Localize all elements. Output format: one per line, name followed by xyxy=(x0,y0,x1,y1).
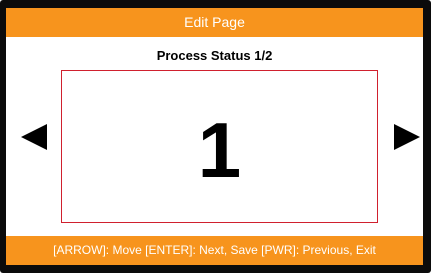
footer-bar: [ARROW]: Move [ENTER]: Next, Save [PWR]:… xyxy=(6,236,423,265)
right-arrow-icon[interactable] xyxy=(394,124,420,150)
device-frame: Edit Page Process Status 1/2 1 [ARROW]: … xyxy=(0,0,431,273)
left-arrow-icon[interactable] xyxy=(21,124,47,150)
value-box: 1 xyxy=(61,70,378,223)
page-title: Edit Page xyxy=(184,14,245,30)
process-status-label: Process Status 1/2 xyxy=(156,48,273,63)
key-hint-text: [ARROW]: Move [ENTER]: Next, Save [PWR]:… xyxy=(53,243,376,257)
status-value: 1 xyxy=(197,105,242,194)
title-bar: Edit Page xyxy=(6,8,423,37)
screen: Edit Page Process Status 1/2 1 [ARROW]: … xyxy=(6,8,423,265)
